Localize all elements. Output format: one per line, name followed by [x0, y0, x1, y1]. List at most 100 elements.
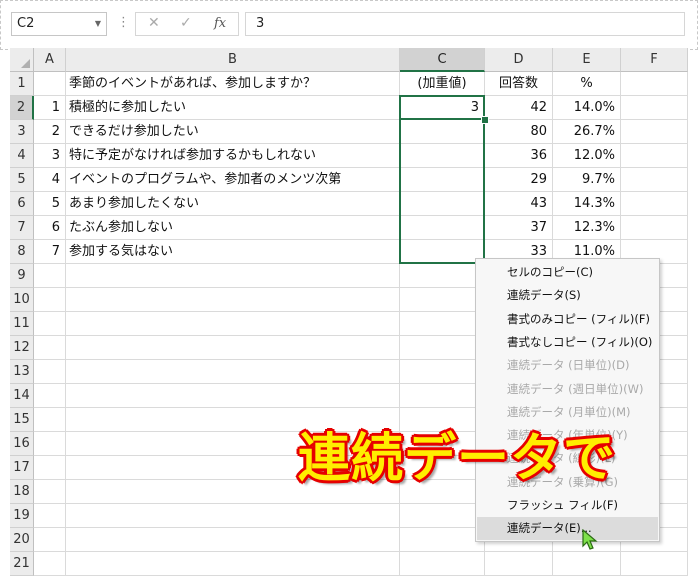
cell-b9[interactable] [66, 264, 400, 288]
cell-e21[interactable] [553, 552, 621, 576]
select-all-corner[interactable] [10, 48, 34, 72]
formula-input[interactable]: 3 [245, 12, 685, 36]
cell-c19[interactable] [400, 504, 485, 528]
menu-item-3[interactable]: 書式のみコピー (フィル)(F) [477, 308, 658, 331]
cell-a1[interactable] [34, 72, 66, 96]
cell-b20[interactable] [66, 528, 400, 552]
cell-b11[interactable] [66, 312, 400, 336]
row-header[interactable]: 3 [10, 120, 34, 144]
row-header[interactable]: 14 [10, 384, 34, 408]
cell-a14[interactable] [34, 384, 66, 408]
cell-b13[interactable] [66, 360, 400, 384]
cell-c20[interactable] [400, 528, 485, 552]
column-header-b[interactable]: B [66, 48, 400, 72]
cell-c9[interactable] [400, 264, 485, 288]
row-header[interactable]: 20 [10, 528, 34, 552]
cell-d21[interactable] [485, 552, 553, 576]
cell-c11[interactable] [400, 312, 485, 336]
cell-a19[interactable] [34, 504, 66, 528]
cell-f5[interactable] [621, 168, 688, 192]
cell-c4[interactable] [400, 144, 485, 168]
cell-a18[interactable] [34, 480, 66, 504]
cell-b12[interactable] [66, 336, 400, 360]
cell-c12[interactable] [400, 336, 485, 360]
cell-c1[interactable]: (加重値) [400, 72, 485, 96]
cell-d2[interactable]: 42 [485, 96, 553, 120]
cell-c6[interactable] [400, 192, 485, 216]
cell-b8[interactable]: 参加する気はない [66, 240, 400, 264]
row-header[interactable]: 4 [10, 144, 34, 168]
cell-b2[interactable]: 積極的に参加したい [66, 96, 400, 120]
cell-d4[interactable]: 36 [485, 144, 553, 168]
cell-a12[interactable] [34, 336, 66, 360]
row-header[interactable]: 5 [10, 168, 34, 192]
row-header[interactable]: 11 [10, 312, 34, 336]
cell-e4[interactable]: 12.0% [553, 144, 621, 168]
cell-a7[interactable]: 6 [34, 216, 66, 240]
cell-b14[interactable] [66, 384, 400, 408]
cell-c7[interactable] [400, 216, 485, 240]
row-header[interactable]: 9 [10, 264, 34, 288]
cell-b19[interactable] [66, 504, 400, 528]
cell-e3[interactable]: 26.7% [553, 120, 621, 144]
cell-d7[interactable]: 37 [485, 216, 553, 240]
cell-b1[interactable]: 季節のイベントがあれば、参加しますか？ [66, 72, 400, 96]
cell-b4[interactable]: 特に予定がなければ参加するかもしれない [66, 144, 400, 168]
cell-c8[interactable] [400, 240, 485, 264]
cell-b10[interactable] [66, 288, 400, 312]
chevron-down-icon[interactable]: ▼ [95, 13, 101, 35]
cell-b5[interactable]: イベントのプログラムや、参加者のメンツ次第 [66, 168, 400, 192]
row-header[interactable]: 2 [10, 96, 34, 120]
cell-a8[interactable]: 7 [34, 240, 66, 264]
fill-handle[interactable] [481, 116, 489, 124]
cell-a4[interactable]: 3 [34, 144, 66, 168]
cell-a10[interactable] [34, 288, 66, 312]
cell-c10[interactable] [400, 288, 485, 312]
cell-e2[interactable]: 14.0% [553, 96, 621, 120]
cell-b21[interactable] [66, 552, 400, 576]
row-header[interactable]: 15 [10, 408, 34, 432]
row-header[interactable]: 1 [10, 72, 34, 96]
menu-item-2[interactable]: 連続データ(S) [477, 284, 658, 307]
cell-a15[interactable] [34, 408, 66, 432]
cell-b6[interactable]: あまり参加したくない [66, 192, 400, 216]
cell-e1[interactable]: % [553, 72, 621, 96]
cell-f4[interactable] [621, 144, 688, 168]
cell-a13[interactable] [34, 360, 66, 384]
cell-a11[interactable] [34, 312, 66, 336]
cell-d1[interactable]: 回答数 [485, 72, 553, 96]
cell-c14[interactable] [400, 384, 485, 408]
cell-a5[interactable]: 4 [34, 168, 66, 192]
column-header-d[interactable]: D [485, 48, 553, 72]
cell-d6[interactable]: 43 [485, 192, 553, 216]
row-header[interactable]: 6 [10, 192, 34, 216]
cell-b7[interactable]: たぶん参加しない [66, 216, 400, 240]
cell-b3[interactable]: できるだけ参加したい [66, 120, 400, 144]
cancel-icon[interactable]: ✕ [148, 15, 160, 31]
column-header-c[interactable]: C [400, 48, 485, 72]
cell-e6[interactable]: 14.3% [553, 192, 621, 216]
cell-d5[interactable]: 29 [485, 168, 553, 192]
menu-item-4[interactable]: 書式なしコピー (フィル)(O) [477, 331, 658, 354]
row-header[interactable]: 10 [10, 288, 34, 312]
row-header[interactable]: 8 [10, 240, 34, 264]
cell-a3[interactable]: 2 [34, 120, 66, 144]
cell-a17[interactable] [34, 456, 66, 480]
cell-a21[interactable] [34, 552, 66, 576]
cell-c21[interactable] [400, 552, 485, 576]
menu-item-12[interactable]: 連続データ(E)... [477, 517, 658, 541]
cell-f6[interactable] [621, 192, 688, 216]
cell-f2[interactable] [621, 96, 688, 120]
cell-a20[interactable] [34, 528, 66, 552]
row-header[interactable]: 12 [10, 336, 34, 360]
insert-function-icon[interactable]: fx [214, 16, 226, 31]
row-header[interactable]: 17 [10, 456, 34, 480]
cell-a16[interactable] [34, 432, 66, 456]
cell-c5[interactable] [400, 168, 485, 192]
cell-c13[interactable] [400, 360, 485, 384]
cell-f1[interactable] [621, 72, 688, 96]
menu-item-11[interactable]: フラッシュ フィル(F) [477, 494, 658, 517]
row-header[interactable]: 7 [10, 216, 34, 240]
cell-c2[interactable]: 3 [400, 96, 485, 120]
menu-item-1[interactable]: セルのコピー(C) [477, 261, 658, 284]
